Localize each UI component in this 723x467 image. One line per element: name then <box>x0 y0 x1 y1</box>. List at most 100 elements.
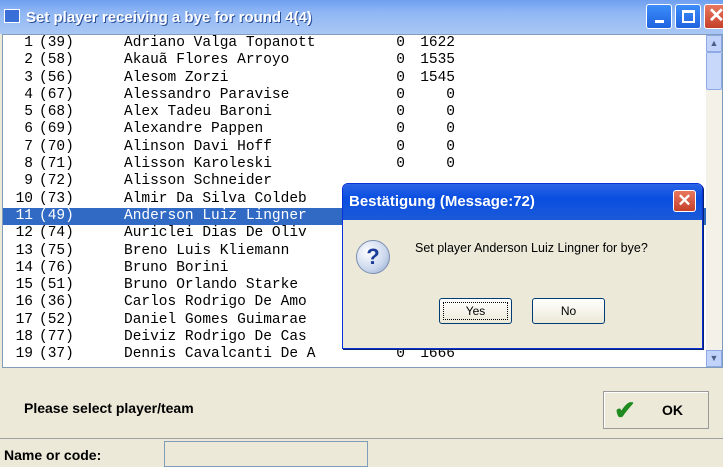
player-name: Daniel Gomes Guimarae <box>124 311 307 328</box>
player-name: Alinson Davi Hoff <box>124 138 272 155</box>
player-points: 0 <box>396 121 405 138</box>
player-code: (52) <box>39 311 74 328</box>
player-name: Alex Tadeu Baroni <box>124 104 272 121</box>
player-code: (58) <box>39 52 74 69</box>
player-code: (36) <box>39 294 74 311</box>
player-points: 0 <box>396 35 405 51</box>
player-code: (39) <box>39 35 74 51</box>
player-name: Alisson Karoleski <box>124 156 272 173</box>
player-name: Breno Luis Kliemann <box>124 242 290 259</box>
question-icon: ? <box>356 240 390 274</box>
player-name: Carlos Rodrigo De Amo <box>124 294 307 311</box>
row-number: 6 <box>24 121 33 138</box>
select-prompt: Please select player/team <box>24 400 194 416</box>
row-number: 4 <box>24 86 33 103</box>
maximize-button[interactable] <box>675 4 701 29</box>
player-rating: 0 <box>446 104 455 121</box>
vertical-scrollbar[interactable]: ▲ ▼ <box>706 35 722 367</box>
minimize-button[interactable] <box>646 4 672 29</box>
player-name: Anderson Luiz Lingner <box>124 207 307 224</box>
player-points: 0 <box>396 86 405 103</box>
row-number: 18 <box>15 329 33 346</box>
row-number: 8 <box>24 156 33 173</box>
player-name: Alexandre Pappen <box>124 121 264 138</box>
player-row[interactable]: 6 (69) Alexandre Pappen 0 0 <box>3 121 708 138</box>
dialog-title-bar[interactable]: Bestätigung (Message:72) ✕ <box>343 184 702 220</box>
name-or-code-label: Name or code: <box>4 447 102 463</box>
row-number: 16 <box>15 294 33 311</box>
title-bar[interactable]: Set player receiving a bye for round 4(4… <box>0 0 723 34</box>
minimize-icon <box>655 20 664 23</box>
row-number: 15 <box>15 277 33 294</box>
dialog-close-button[interactable]: ✕ <box>673 190 696 212</box>
player-rating: 0 <box>446 138 455 155</box>
row-number: 9 <box>24 173 33 190</box>
no-label: No <box>560 304 577 318</box>
ok-label: OK <box>662 402 683 418</box>
close-icon: ✕ <box>677 191 692 210</box>
confirmation-dialog: Bestätigung (Message:72) ✕ ? Set player … <box>342 183 703 349</box>
player-code: (69) <box>39 121 74 138</box>
player-name: Bruno Orlando Starke <box>124 277 299 294</box>
scroll-down-icon: ▼ <box>709 353 719 363</box>
scroll-down-button[interactable]: ▼ <box>706 350 722 367</box>
dialog-title: Bestätigung (Message:72) <box>349 193 535 210</box>
window-title: Set player receiving a bye for round 4(4… <box>26 9 312 26</box>
ok-button[interactable]: ✔ OK <box>603 391 709 429</box>
player-code: (76) <box>39 259 74 276</box>
window-icon <box>4 9 20 23</box>
row-number: 19 <box>15 346 33 363</box>
close-icon: ✕ <box>708 5 723 27</box>
row-number: 2 <box>24 52 33 69</box>
close-button[interactable]: ✕ <box>704 4 723 29</box>
player-points: 0 <box>396 138 405 155</box>
player-code: (77) <box>39 329 74 346</box>
row-number: 3 <box>24 69 33 86</box>
focus-rectangle <box>443 302 508 320</box>
player-code: (56) <box>39 69 74 86</box>
player-code: (37) <box>39 346 74 363</box>
row-number: 12 <box>15 225 33 242</box>
player-rating: 0 <box>446 121 455 138</box>
player-rating: 0 <box>446 86 455 103</box>
player-row[interactable]: 3 (56) Alesom Zorzi 0 1545 <box>3 70 708 87</box>
scroll-thumb[interactable] <box>706 52 722 90</box>
player-row[interactable]: 2 (58) Akauã Flores Arroyo 0 1535 <box>3 52 708 69</box>
row-number: 13 <box>15 242 33 259</box>
player-row[interactable]: 5 (68) Alex Tadeu Baroni 0 0 <box>3 104 708 121</box>
player-name: Dennis Cavalcanti De A <box>124 346 316 363</box>
player-rating: 1622 <box>420 35 455 51</box>
player-name: Adriano Valga Topanott <box>124 35 316 51</box>
player-code: (73) <box>39 190 74 207</box>
row-number: 11 <box>15 207 33 224</box>
player-code: (72) <box>39 173 74 190</box>
row-number: 1 <box>24 35 33 51</box>
divider <box>0 438 723 439</box>
player-rating: 0 <box>446 156 455 173</box>
player-points: 0 <box>396 69 405 86</box>
name-or-code-input[interactable] <box>164 441 368 467</box>
player-name: Auriclei Dias De Oliv <box>124 225 307 242</box>
scroll-up-icon: ▲ <box>709 38 719 48</box>
player-name: Alesom Zorzi <box>124 69 229 86</box>
scroll-up-button[interactable]: ▲ <box>706 35 722 52</box>
player-name: Deiviz Rodrigo De Cas <box>124 329 307 346</box>
player-name: Alisson Schneider <box>124 173 272 190</box>
player-name: Akauã Flores Arroyo <box>124 52 290 69</box>
player-row[interactable]: 8 (71) Alisson Karoleski 0 0 <box>3 156 708 173</box>
no-button[interactable]: No <box>532 298 605 324</box>
player-rating: 1535 <box>420 52 455 69</box>
row-number: 5 <box>24 104 33 121</box>
player-points: 0 <box>396 156 405 173</box>
player-row[interactable]: 7 (70) Alinson Davi Hoff 0 0 <box>3 139 708 156</box>
player-name: Bruno Borini <box>124 259 229 276</box>
yes-button[interactable]: Yes <box>439 298 512 324</box>
player-code: (70) <box>39 138 74 155</box>
player-row[interactable]: 1 (39) Adriano Valga Topanott 0 1622 <box>3 35 708 52</box>
player-rating: 1545 <box>420 69 455 86</box>
row-number: 7 <box>24 138 33 155</box>
player-code: (75) <box>39 242 74 259</box>
dialog-message: Set player Anderson Luiz Lingner for bye… <box>415 241 648 255</box>
player-row[interactable]: 4 (67) Alessandro Paravise 0 0 <box>3 87 708 104</box>
maximize-icon <box>682 10 695 23</box>
